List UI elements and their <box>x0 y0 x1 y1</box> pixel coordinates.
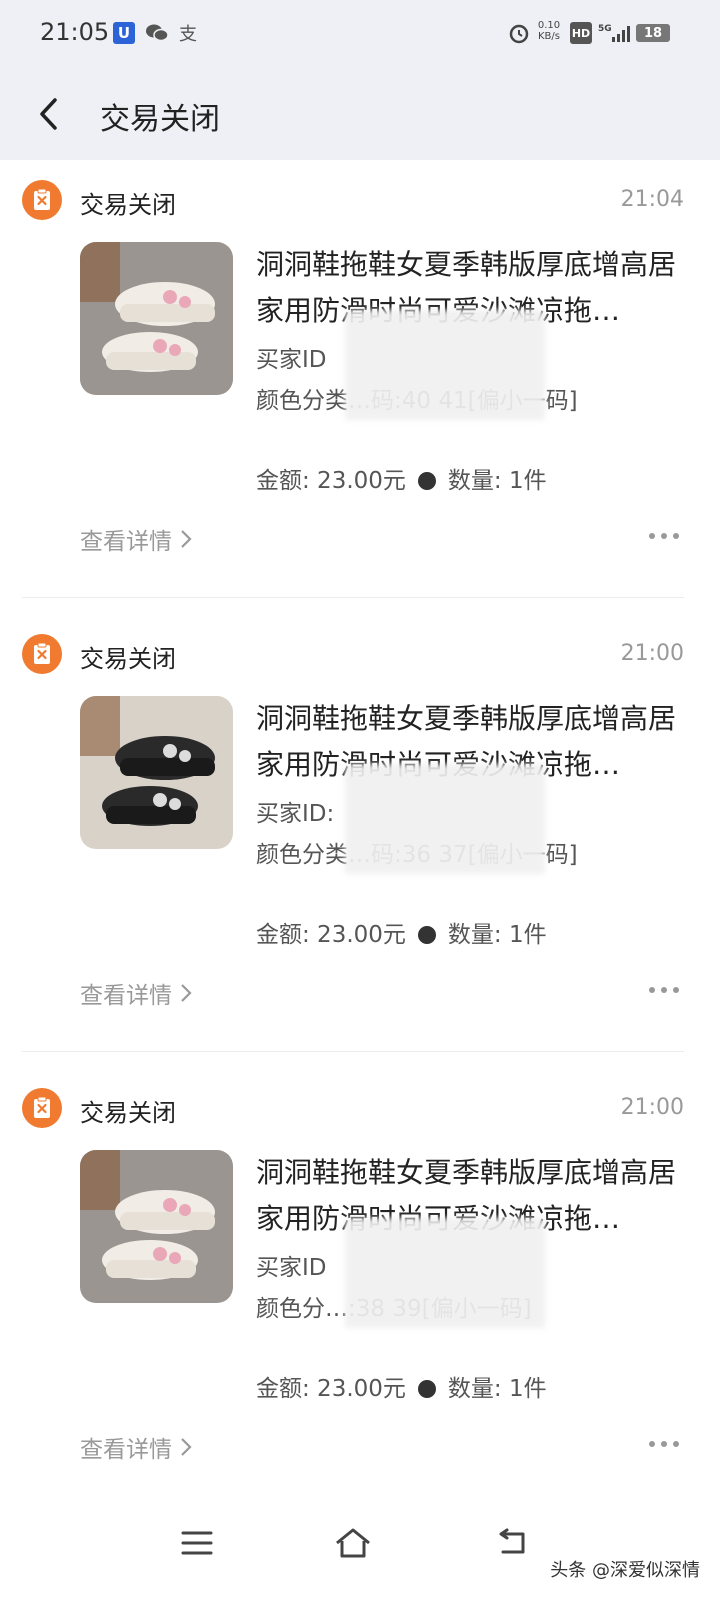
alarm-icon <box>508 22 530 44</box>
app-u-icon: U <box>113 22 135 44</box>
separator-dot <box>417 1380 436 1398</box>
more-options-icon[interactable] <box>648 1438 680 1450</box>
view-details-label: 查看详情 <box>80 529 172 555</box>
menu-button[interactable] <box>172 1518 222 1568</box>
net-speed: 0.10 KB/s <box>534 20 564 42</box>
order-status: 交易关闭 <box>80 1099 176 1127</box>
return-icon <box>499 1528 525 1554</box>
product-thumbnail[interactable] <box>80 242 233 395</box>
watermark: 头条 @深爱似深情 <box>550 1560 700 1581</box>
chevron-right-icon <box>181 530 192 548</box>
quantity: 数量: 1件 <box>447 468 547 494</box>
chevron-right-icon <box>181 1438 192 1456</box>
privacy-blur <box>345 310 545 420</box>
hd-badge: HD <box>570 22 592 44</box>
closed-status-icon <box>22 634 62 674</box>
home-button[interactable] <box>328 1518 378 1568</box>
order-time: 21:00 <box>620 641 684 666</box>
more-options-icon[interactable] <box>648 984 680 996</box>
order-status: 交易关闭 <box>80 191 176 219</box>
menu-icon <box>181 1531 213 1555</box>
privacy-blur <box>345 1218 545 1328</box>
battery-level: 18 <box>643 25 663 41</box>
chevron-right-icon <box>181 984 192 1002</box>
amount: 金额: 23.00元 <box>256 922 406 948</box>
amount: 金额: 23.00元 <box>256 468 406 494</box>
quantity: 数量: 1件 <box>447 1376 547 1402</box>
wechat-icon <box>145 22 169 44</box>
amount: 金额: 23.00元 <box>256 1376 406 1402</box>
view-details-label: 查看详情 <box>80 983 172 1009</box>
amount-quantity: 金额: 23.00元 数量: 1件 <box>256 915 688 955</box>
order-time: 21:04 <box>620 187 684 212</box>
product-thumbnail[interactable] <box>80 696 233 849</box>
status-time: 21:05 <box>40 18 110 46</box>
net-speed-value: 0.10 <box>537 20 561 31</box>
order-divider <box>22 1051 684 1052</box>
alipay-icon: 支 <box>179 24 197 45</box>
back-arrow-icon <box>40 98 57 130</box>
order-card: 交易关闭 21:04 洞洞鞋拖鞋女夏季韩版厚底增高居家用防滑时尚可爱沙滩凉拖… … <box>0 160 720 614</box>
home-icon <box>336 1528 370 1558</box>
order-divider <box>22 597 684 598</box>
order-card: 交易关闭 21:00 洞洞鞋拖鞋女夏季韩版厚底增高居家用防滑时尚可爱沙滩凉拖… … <box>0 1068 720 1522</box>
order-card: 交易关闭 21:00 洞洞鞋拖鞋女夏季韩版厚底增高居家用防滑时尚可爱沙滩凉拖… … <box>0 614 720 1068</box>
order-status: 交易关闭 <box>80 645 176 673</box>
view-details-link[interactable]: 查看详情 <box>80 976 192 1010</box>
more-options-icon[interactable] <box>648 530 680 542</box>
net-speed-unit: KB/s <box>538 31 560 42</box>
closed-status-icon <box>22 180 62 220</box>
status-bar: 21:05 U 支 0.10 KB/s HD 5G 18 <box>0 0 720 68</box>
network-type: 5G <box>598 24 612 34</box>
signal-icon: 5G <box>598 22 632 44</box>
amount-quantity: 金额: 23.00元 数量: 1件 <box>256 461 688 501</box>
battery-icon: 18 <box>636 24 670 42</box>
back-button[interactable] <box>28 92 68 136</box>
order-time: 21:00 <box>620 1095 684 1120</box>
system-nav-bar <box>0 1500 720 1600</box>
quantity: 数量: 1件 <box>447 922 547 948</box>
back-nav-button[interactable] <box>486 1518 536 1568</box>
product-thumbnail[interactable] <box>80 1150 233 1303</box>
page-title: 交易关闭 <box>100 102 220 137</box>
closed-status-icon <box>22 1088 62 1128</box>
view-details-link[interactable]: 查看详情 <box>80 522 192 556</box>
view-details-link[interactable]: 查看详情 <box>80 1430 192 1464</box>
nav-bar: 交易关闭 <box>0 68 720 160</box>
amount-quantity: 金额: 23.00元 数量: 1件 <box>256 1369 688 1409</box>
privacy-blur <box>345 764 545 874</box>
view-details-label: 查看详情 <box>80 1437 172 1463</box>
separator-dot <box>417 926 436 944</box>
separator-dot <box>417 472 436 490</box>
